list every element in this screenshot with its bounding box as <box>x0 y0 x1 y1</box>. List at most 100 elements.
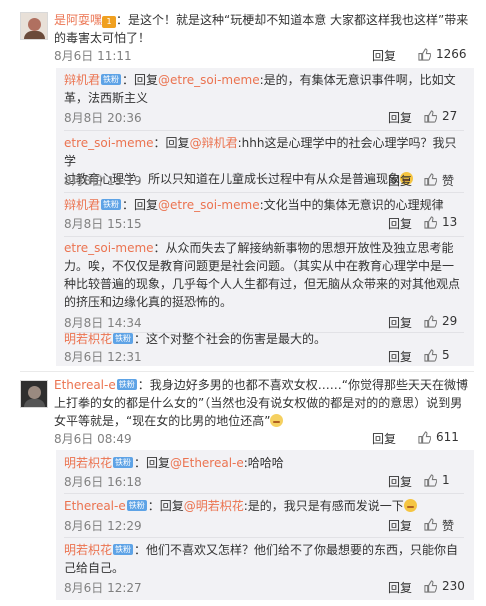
like-count: 13 <box>442 215 458 229</box>
mention-link[interactable]: @Ethereal-e <box>170 456 244 470</box>
reply-button[interactable]: 回复 <box>388 517 412 534</box>
reply-button[interactable]: 回复 <box>388 215 412 232</box>
username-link[interactable]: etre_soi-meme <box>64 136 154 150</box>
timestamp: 8月6日 08:49 <box>54 432 132 446</box>
reply-button[interactable]: 回复 <box>388 172 412 189</box>
thumbs-up-icon <box>418 48 431 61</box>
reply-list: 辩机君 铁粉 ：回复@etre_soi-meme:是的，有集体无意识事件啊，比如文 … <box>56 68 474 366</box>
reply-body: ：他们不喜欢又怎样？他们给不了你最想要的东西，只能你自 <box>134 543 459 557</box>
mention-link[interactable]: @辩机君 <box>190 136 238 150</box>
reply-meta: 8月8日 20:36 回复 27 <box>64 109 464 125</box>
like-button[interactable]: 1 <box>424 473 464 489</box>
reply-text: Ethereal-e 铁粉 ：回复@明若枳花:是的，我只是有感而发说一下 <box>64 497 464 515</box>
avatar[interactable] <box>20 380 48 408</box>
mention-link[interactable]: @明若枳花 <box>184 499 244 513</box>
like-count: 赞 <box>442 174 455 188</box>
comment-text: 是阿耍嘿 1 ：是这个！就是这种“玩梗却不知道本意 大家都这样我也这样”带来 的毒害… <box>54 11 472 47</box>
username-link[interactable]: 辩机君 <box>64 198 100 212</box>
comment-meta: 8月6日 08:49 回复 611 <box>54 430 472 446</box>
username-link[interactable]: 明若枳花 <box>64 332 112 346</box>
reply-meta: 8月6日 12:29 回复 赞 <box>64 517 464 533</box>
thumbs-up-icon <box>424 110 437 123</box>
reply-body: ：回复 <box>122 73 159 87</box>
reply-button[interactable]: 回复 <box>388 314 412 331</box>
username-link[interactable]: Ethereal-e <box>64 499 126 513</box>
fan-badge-icon: 铁粉 <box>101 74 122 85</box>
timestamp: 8月6日 12:29 <box>64 519 142 533</box>
reply-body: ：回复 <box>147 499 184 513</box>
username-link[interactable]: 辩机君 <box>64 73 100 87</box>
reply-button[interactable]: 回复 <box>388 579 412 596</box>
comment-item: 是阿耍嘿 1 ：是这个！就是这种“玩梗却不知道本意 大家都这样我也这样”带来 的毒害… <box>0 0 486 380</box>
reply-body: 革，法西斯主义 <box>64 91 149 105</box>
like-count: 5 <box>442 348 450 362</box>
reply-body: 的挤压和边缘化真的挺恐怖的。 <box>64 295 233 309</box>
reply-button[interactable]: 回复 <box>388 109 412 126</box>
comment-body: 的毒害太可怕了！ <box>54 31 151 45</box>
reply-text: 辩机君 铁粉 ：回复@etre_soi-meme:是的，有集体无意识事件啊，比如文 … <box>64 71 464 107</box>
timestamp: 8月6日 12:31 <box>64 350 142 364</box>
like-button[interactable]: 赞 <box>424 517 464 533</box>
comment-body: ：我身边好多男的也都不喜欢女权……“你觉得那些天天在微博 <box>137 378 468 392</box>
like-count: 1 <box>442 473 450 487</box>
username-link[interactable]: Ethereal-e <box>54 378 116 392</box>
divider <box>64 130 464 131</box>
username-link[interactable]: 明若枳花 <box>64 543 112 557</box>
fan-badge-icon: 铁粉 <box>113 544 134 555</box>
thumbs-up-icon <box>424 315 437 328</box>
reply-button[interactable]: 回复 <box>388 348 412 365</box>
divider <box>64 493 464 494</box>
fan-badge-icon: 铁粉 <box>113 333 134 344</box>
reply-body: :文化当中的集体无意识的心理规律 <box>259 198 444 212</box>
comment-item: Ethereal-e 铁粉 ：我身边好多男的也都不喜欢女权……“你觉得那些天天在微博… <box>0 372 486 606</box>
comment-text: Ethereal-e 铁粉 ：我身边好多男的也都不喜欢女权……“你觉得那些天天在微博… <box>54 376 472 430</box>
like-button[interactable]: 27 <box>424 109 464 125</box>
fan-badge-icon: 铁粉 <box>101 199 122 210</box>
timestamp: 8月6日 16:18 <box>64 475 142 489</box>
reply-meta: 8月6日 16:18 回复 1 <box>64 473 464 489</box>
like-button[interactable]: 5 <box>424 348 464 364</box>
username-link[interactable]: 是阿耍嘿 <box>54 13 102 27</box>
thumbs-up-icon <box>424 349 437 362</box>
divider <box>64 192 464 193</box>
divider <box>64 236 464 237</box>
like-button[interactable]: 13 <box>424 215 464 231</box>
timestamp: 8月8日 15:15 <box>64 217 142 231</box>
comment-body: 女平等就是，“现在女的比男的地位还高” <box>54 414 271 428</box>
timestamp: 8月6日 12:27 <box>64 581 142 595</box>
reply-text: 明若枳花 铁粉 ：这个对整个社会的伤害是最大的。 <box>64 330 464 348</box>
laugh-emoji-icon <box>403 499 417 512</box>
mention-link[interactable]: @etre_soi-meme <box>158 198 260 212</box>
like-count: 29 <box>442 314 458 328</box>
reply-meta: 8月8日 15:19 回复 赞 <box>64 172 464 188</box>
reply-text: 明若枳花 铁粉 ：他们不喜欢又怎样？他们给不了你最想要的东西，只能你自 己给自己。 <box>64 541 464 577</box>
reply-body: :是的，我只是有感而发说一下 <box>243 499 404 513</box>
like-button[interactable]: 29 <box>424 314 464 330</box>
like-count: 230 <box>442 579 465 593</box>
fan-badge-icon: 铁粉 <box>113 457 134 468</box>
reply-meta: 8月8日 14:34 回复 29 <box>64 314 464 330</box>
username-link[interactable]: 明若枳花 <box>64 456 112 470</box>
username-link[interactable]: etre_soi-meme <box>64 241 154 255</box>
reply-body: ：这个对整个社会的伤害是最大的。 <box>134 332 327 346</box>
mention-link[interactable]: @etre_soi-meme <box>158 73 260 87</box>
like-button[interactable]: 230 <box>424 579 465 595</box>
like-button[interactable]: 611 <box>418 430 472 446</box>
reply-button[interactable]: 回复 <box>372 430 396 447</box>
sweat-emoji-icon <box>270 414 284 427</box>
reply-button[interactable]: 回复 <box>388 473 412 490</box>
reply-body: ：回复 <box>122 198 159 212</box>
like-button[interactable]: 1266 <box>418 47 472 63</box>
avatar[interactable] <box>20 12 48 40</box>
reply-body: 种比较普遍的现象，几乎每个人人生都有过，但无脑从众带来的对其他观点 <box>64 277 461 291</box>
like-count: 611 <box>436 430 459 444</box>
timestamp: 8月6日 11:11 <box>54 49 132 63</box>
reply-button[interactable]: 回复 <box>372 47 396 64</box>
reply-body: :哈哈哈 <box>243 456 284 470</box>
like-count: 赞 <box>442 519 455 533</box>
comment-body: 上打拳的女的都是什么女的”（当然也没有说女权做的都是对的的意思）说到男 <box>54 396 463 410</box>
like-button[interactable]: 赞 <box>424 172 464 188</box>
like-count: 1266 <box>436 47 467 61</box>
thumbs-up-icon <box>424 173 437 186</box>
fan-badge-icon: 铁粉 <box>116 379 137 390</box>
